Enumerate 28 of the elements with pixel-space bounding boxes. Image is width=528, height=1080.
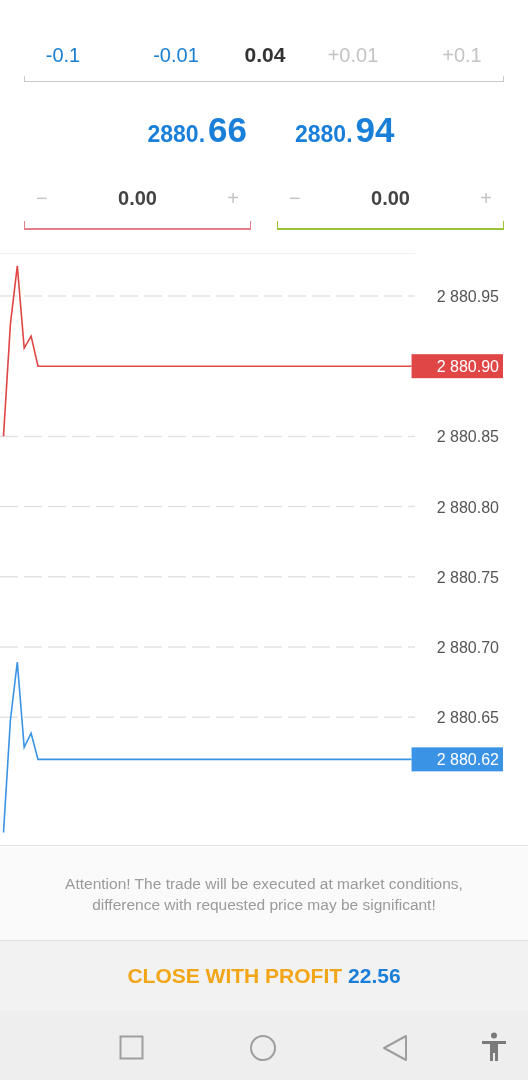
field-value: 0.00: [371, 186, 410, 211]
axis-tick-label: 2 880.85: [436, 428, 499, 446]
price-base: 2880.: [295, 119, 353, 149]
axis-tick-label: 2 880.80: [436, 498, 499, 516]
accessibility-icon[interactable]: [481, 1032, 507, 1062]
axis-tick-label: 2 880.95: [436, 287, 499, 305]
home-icon[interactable]: [249, 1034, 277, 1062]
increase-button[interactable]: +: [227, 183, 239, 213]
axis-tick-label: 2 880.65: [436, 709, 499, 727]
recent-apps-icon[interactable]: [119, 1035, 144, 1060]
field-value: 0.00: [118, 186, 157, 211]
price-pips: 94: [355, 108, 395, 151]
volume-step-button[interactable]: -0.01: [128, 40, 224, 70]
back-icon[interactable]: [382, 1034, 408, 1062]
volume-value: 0.04: [243, 42, 287, 69]
price-base: 2880.: [147, 119, 206, 149]
price-pips: 66: [208, 108, 247, 151]
price-tag: 2 880.90: [411, 354, 503, 379]
decrease-button[interactable]: −: [289, 183, 301, 213]
stop-loss-field[interactable]: − 0.00 +: [24, 176, 251, 230]
increase-button[interactable]: +: [480, 183, 492, 213]
warning-message: Attention! The trade will be executed at market conditions, difference with requested price may be significant!: [64, 873, 464, 915]
decrease-button[interactable]: −: [36, 183, 48, 213]
take-profit-field[interactable]: − 0.00 +: [277, 176, 504, 230]
price-tag: 2 880.62: [411, 747, 503, 772]
volume-step-button[interactable]: -0.1: [24, 40, 102, 70]
axis-tick-label: 2 880.70: [436, 639, 499, 656]
axis-tick-label: 2 880.75: [436, 568, 499, 586]
